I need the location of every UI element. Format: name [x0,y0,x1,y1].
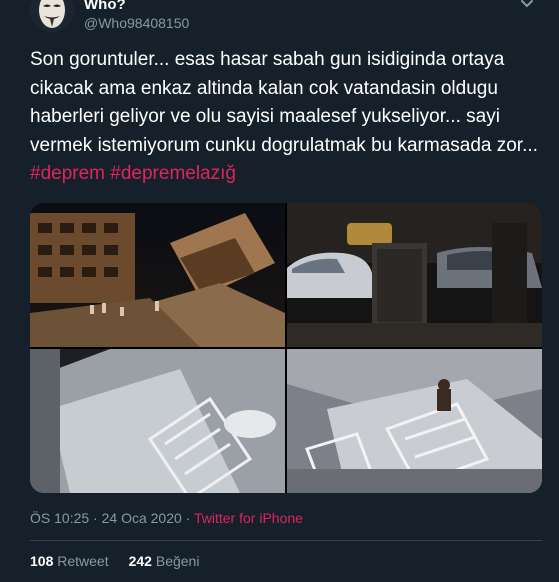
hashtag-deprem[interactable]: #deprem [30,163,105,184]
photo-tilted-balconies[interactable] [30,349,285,493]
media-grid [30,203,542,493]
tweet-time: ÖS 10:25 [30,510,90,526]
tweet-body: Son goruntuler... esas hasar sabah gun i… [30,49,538,156]
meta-dot: · [185,510,191,526]
tweet-text: Son goruntuler... esas hasar sabah gun i… [30,46,542,189]
retweet-count: 108 [30,553,54,569]
chevron-down-icon[interactable] [519,0,535,12]
avatar[interactable] [30,0,74,32]
tweet-date[interactable]: 24 Oca 2020 [102,510,182,526]
user-handle[interactable]: @Who98408150 [84,15,189,31]
tweet-meta: ÖS 10:25 · 24 Oca 2020 · Twitter for iPh… [30,510,303,526]
photo-collapsed-building[interactable] [30,203,285,347]
photo-collapsed-interior[interactable] [287,349,542,493]
tweet-stats: 108 Retweet 242 Beğeni [30,553,199,569]
hashtag-depremelazig[interactable]: #depremelazığ [110,163,236,184]
photo-night-street-cars[interactable] [287,203,542,347]
retweet-stat[interactable]: 108 Retweet [30,553,109,569]
divider [30,540,542,541]
meta-separator: · [93,510,98,526]
like-count: 242 [128,553,152,569]
retweet-label: Retweet [57,553,109,569]
display-name[interactable]: Who? [84,0,126,13]
like-stat[interactable]: 242 Beğeni [129,553,200,569]
source-link[interactable]: Twitter for iPhone [194,510,303,526]
tweet: Who? @Who98408150 Son goruntuler... esas… [0,0,559,582]
like-label: Beğeni [155,553,200,569]
avatar-mask-image [30,0,74,32]
